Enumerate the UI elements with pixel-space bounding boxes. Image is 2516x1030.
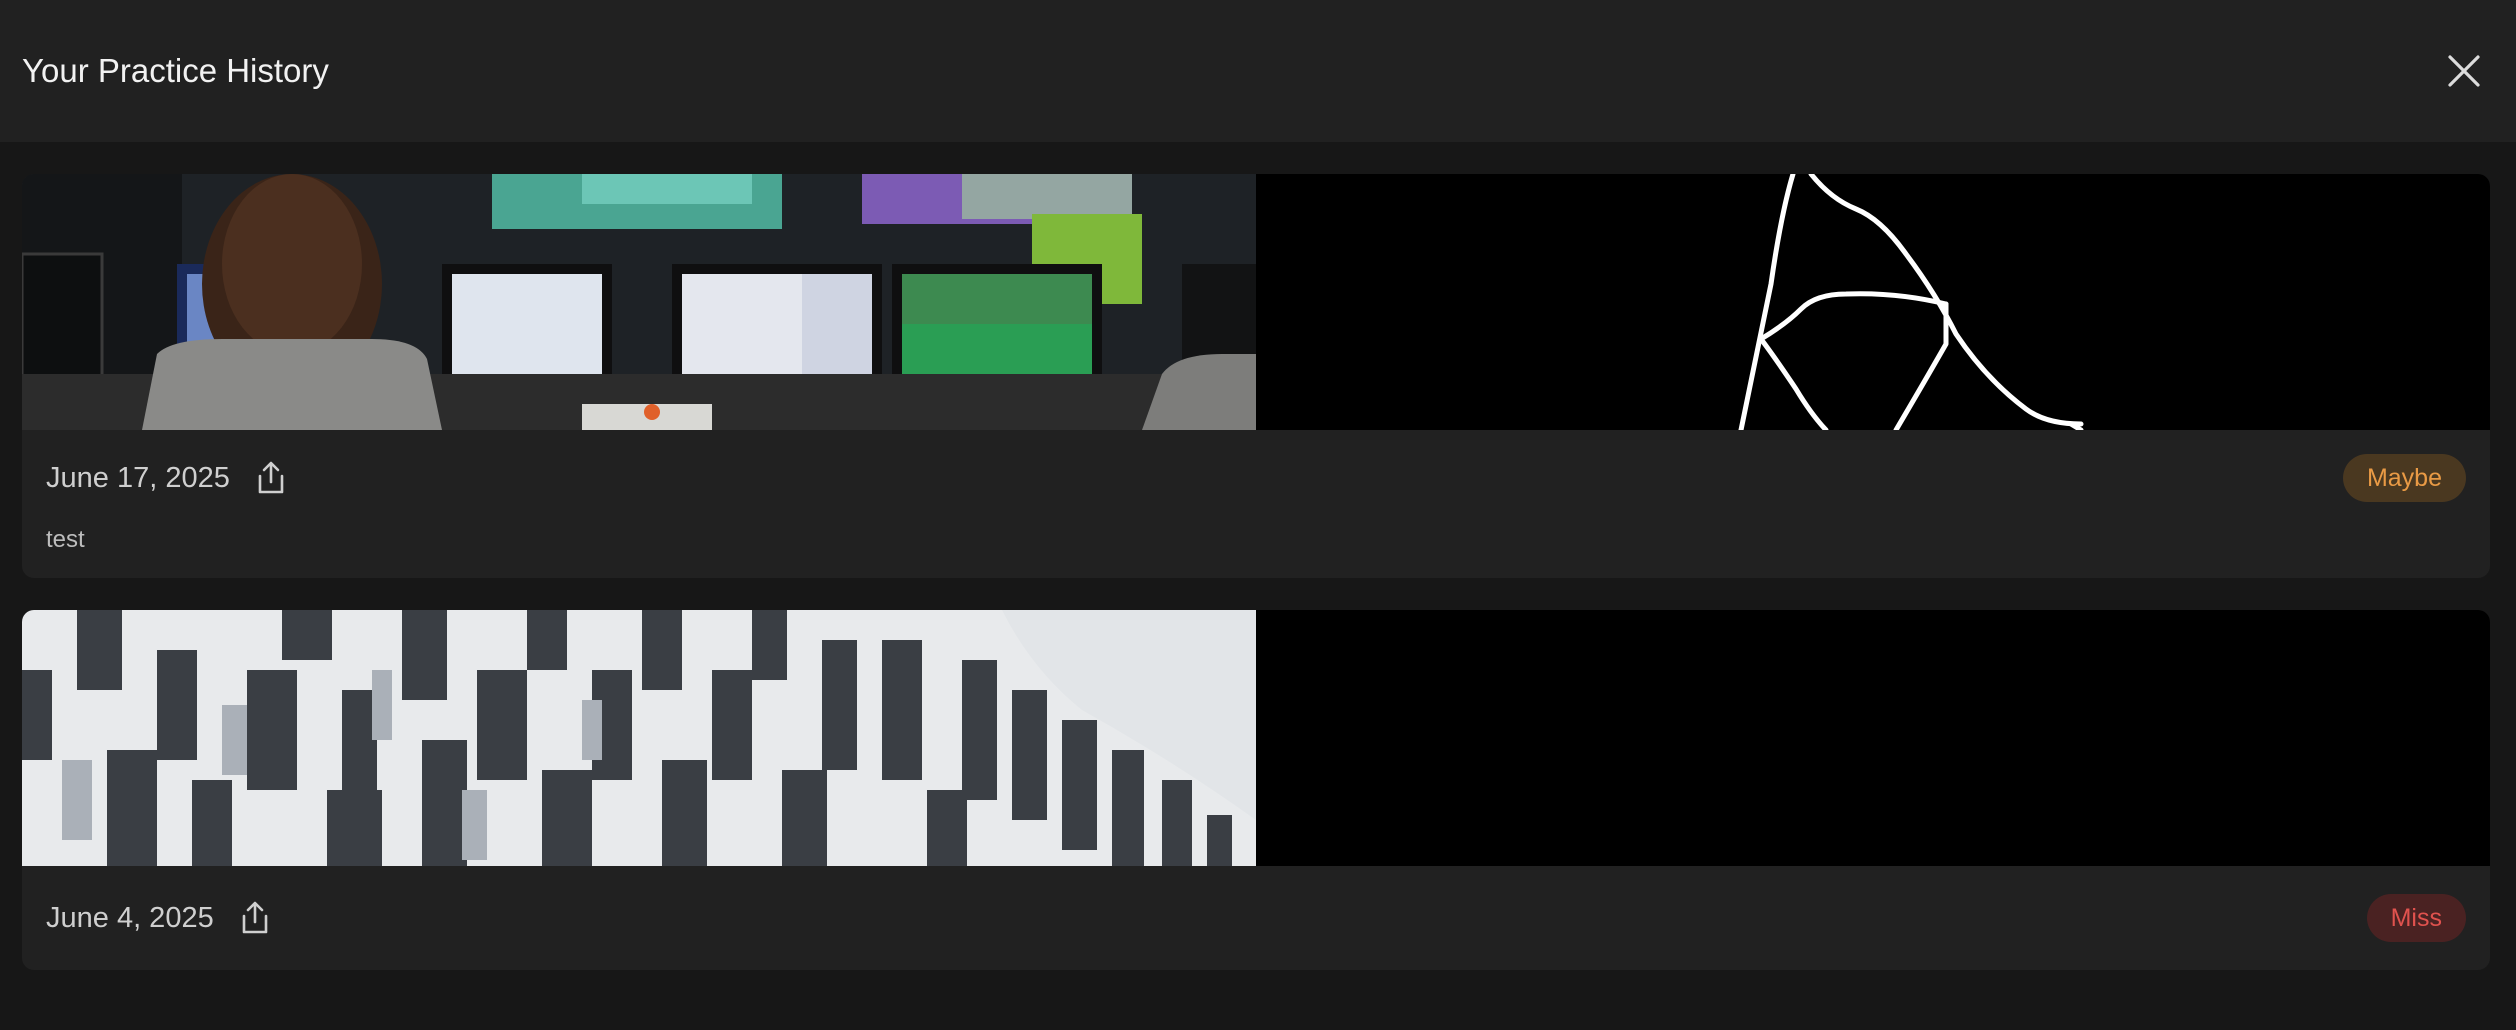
drawing-image xyxy=(1256,174,2490,430)
close-button[interactable] xyxy=(2434,41,2494,101)
share-button[interactable] xyxy=(240,901,270,935)
share-icon xyxy=(258,461,284,494)
reference-image xyxy=(22,610,1256,866)
history-list: June 17, 2025 Maybe test June 4, 2025 Mi… xyxy=(0,142,2516,970)
share-icon xyxy=(242,901,268,934)
drawing-image xyxy=(1256,610,2490,866)
entry-note: test xyxy=(46,526,85,553)
entry-images xyxy=(22,174,2490,430)
entry-date: June 17, 2025 xyxy=(46,461,230,494)
control-room-photo xyxy=(22,174,1256,430)
close-icon xyxy=(2448,55,2480,87)
entry-images xyxy=(22,610,2490,866)
share-button[interactable] xyxy=(256,461,286,495)
modal-header: Your Practice History xyxy=(0,0,2516,142)
blank-canvas xyxy=(1256,610,2490,866)
reference-image xyxy=(22,174,1256,430)
entry-meta: June 4, 2025 Miss xyxy=(22,866,2490,970)
entry-date: June 4, 2025 xyxy=(46,901,214,934)
line-sketch xyxy=(1256,174,2490,430)
result-badge-miss: Miss xyxy=(2366,894,2466,942)
history-entry[interactable]: June 17, 2025 Maybe test xyxy=(22,174,2490,578)
modal-title: Your Practice History xyxy=(22,52,329,89)
history-entry[interactable]: June 4, 2025 Miss xyxy=(22,610,2490,970)
result-badge-maybe: Maybe xyxy=(2342,454,2466,502)
entry-meta: June 17, 2025 Maybe xyxy=(22,430,2490,526)
checkered-building-facade-photo xyxy=(22,610,1256,866)
